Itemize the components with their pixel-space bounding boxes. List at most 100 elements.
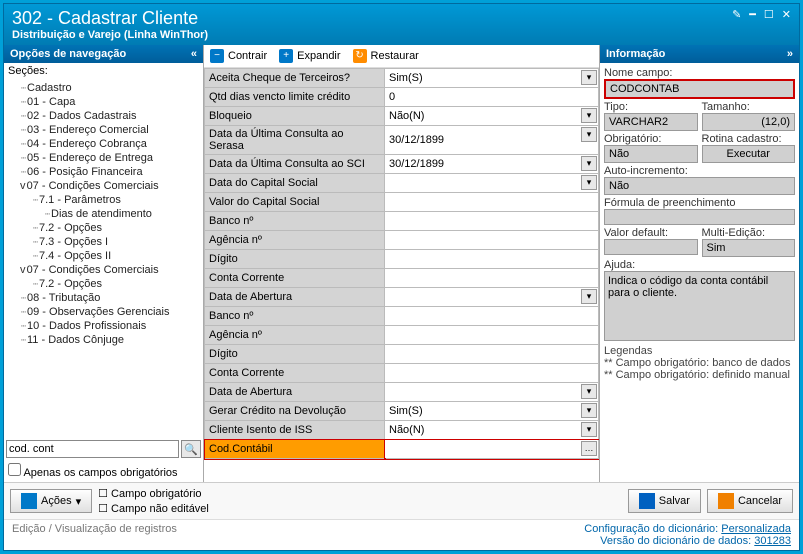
maximize-icon[interactable]: ☐ xyxy=(764,8,774,21)
grid-value[interactable]: ▾ xyxy=(385,69,599,88)
expandir-button[interactable]: +Expandir xyxy=(279,49,340,63)
grid-value[interactable]: ▾ xyxy=(385,288,599,307)
tree-item[interactable]: Cadastro xyxy=(8,81,199,95)
grid-input[interactable] xyxy=(389,443,576,455)
acoes-button[interactable]: Ações▾ xyxy=(10,489,92,513)
grid-value[interactable] xyxy=(385,193,599,212)
grid-input[interactable] xyxy=(389,310,576,322)
grid-value[interactable] xyxy=(385,326,599,345)
grid-value[interactable]: ▾ xyxy=(385,174,599,193)
tree-item[interactable]: 04 - Endereço Cobrança xyxy=(8,137,199,151)
grid-value[interactable]: ▾ xyxy=(385,155,599,174)
grid-input[interactable] xyxy=(389,291,576,303)
tree-item[interactable]: 7.3 - Opções I xyxy=(8,235,199,249)
grid-input[interactable] xyxy=(389,367,576,379)
grid-value[interactable] xyxy=(385,307,599,326)
save-icon xyxy=(639,493,655,509)
version-link[interactable]: 301283 xyxy=(754,535,791,547)
tree-item[interactable]: 03 - Endereço Comercial xyxy=(8,123,199,137)
app-window: 302 - Cadastrar Cliente Distribuição e V… xyxy=(3,3,800,551)
tree-item[interactable]: 05 - Endereço de Entrega xyxy=(8,151,199,165)
edit-icon[interactable]: ✎ xyxy=(732,8,741,21)
grid-value[interactable] xyxy=(385,88,599,107)
statusbar: Edição / Visualização de registros Confi… xyxy=(4,519,799,550)
grid-row: Agência nº xyxy=(205,231,599,250)
tree-item[interactable]: 7.2 - Opções xyxy=(8,277,199,291)
dropdown-icon[interactable]: ▾ xyxy=(581,175,597,190)
grid-value[interactable] xyxy=(385,364,599,383)
filter-checkbox[interactable]: Apenas os campos obrigatórios xyxy=(8,467,178,479)
grid-label: Data de Abertura xyxy=(205,383,385,402)
info-collapse-icon[interactable]: » xyxy=(787,48,793,60)
grid-input[interactable] xyxy=(389,272,576,284)
dropdown-icon[interactable]: ▾ xyxy=(581,403,597,418)
nav-collapse-icon[interactable]: « xyxy=(191,48,197,60)
grid-input[interactable] xyxy=(389,348,576,360)
grid-input[interactable] xyxy=(389,424,576,436)
tree-item[interactable]: 01 - Capa xyxy=(8,95,199,109)
grid-row: Data do Capital Social▾ xyxy=(205,174,599,193)
tree-item[interactable]: 08 - Tributação xyxy=(8,291,199,305)
grid-value[interactable]: ▾ xyxy=(385,402,599,421)
grid-label: Qtd dias vencto limite crédito xyxy=(205,88,385,107)
grid-input[interactable] xyxy=(389,72,576,84)
nav-search-button[interactable]: 🔍 xyxy=(181,440,201,458)
dropdown-icon[interactable]: ▾ xyxy=(581,108,597,123)
tree-item[interactable]: 02 - Dados Cadastrais xyxy=(8,109,199,123)
grid-input[interactable] xyxy=(389,234,576,246)
multi-value: Sim xyxy=(702,239,796,257)
grid-value[interactable] xyxy=(385,250,599,269)
tree-item[interactable]: 7.2 - Opções xyxy=(8,221,199,235)
config-link[interactable]: Personalizada xyxy=(721,523,791,535)
dropdown-icon[interactable]: ▾ xyxy=(581,156,597,171)
tree-item[interactable]: 11 - Dados Cônjuge xyxy=(8,333,199,347)
grid-input[interactable] xyxy=(389,405,576,417)
tree-item[interactable]: 7.1 - Parâmetros xyxy=(8,193,199,207)
minimize-icon[interactable]: ━ xyxy=(749,8,756,21)
grid-row: Bloqueio▾ xyxy=(205,107,599,126)
grid-input[interactable] xyxy=(389,177,576,189)
tree-item[interactable]: 09 - Observações Gerenciais xyxy=(8,305,199,319)
grid-value[interactable]: … xyxy=(385,440,599,459)
restaurar-button[interactable]: ↻Restaurar xyxy=(353,49,419,63)
dropdown-icon[interactable]: ▾ xyxy=(581,70,597,85)
lookup-button[interactable]: … xyxy=(581,441,597,456)
grid-value[interactable] xyxy=(385,345,599,364)
cancelar-button[interactable]: Cancelar xyxy=(707,489,793,513)
grid-input[interactable] xyxy=(389,134,576,146)
grid-value[interactable]: ▾ xyxy=(385,126,599,155)
nav-search-input[interactable] xyxy=(6,440,179,458)
grid-input[interactable] xyxy=(389,215,576,227)
dropdown-icon[interactable]: ▾ xyxy=(581,384,597,399)
executar-button[interactable]: Executar xyxy=(702,145,796,163)
nav-tree[interactable]: Cadastro01 - Capa02 - Dados Cadastrais03… xyxy=(8,81,199,347)
tree-item[interactable]: 10 - Dados Profissionais xyxy=(8,319,199,333)
grid-input[interactable] xyxy=(389,110,576,122)
grid-input[interactable] xyxy=(389,196,576,208)
grid-value[interactable] xyxy=(385,231,599,250)
grid-value[interactable]: ▾ xyxy=(385,383,599,402)
dropdown-icon[interactable]: ▾ xyxy=(581,127,597,142)
grid-input[interactable] xyxy=(389,253,576,265)
dropdown-icon[interactable]: ▾ xyxy=(581,289,597,304)
grid-value[interactable] xyxy=(385,212,599,231)
grid-value[interactable] xyxy=(385,269,599,288)
tree-item[interactable]: 07 - Condições Comerciais xyxy=(8,179,199,193)
grid-input[interactable] xyxy=(389,386,576,398)
grid-row: Data da Última Consulta ao SCI▾ xyxy=(205,155,599,174)
tree-item[interactable]: 07 - Condições Comerciais xyxy=(8,263,199,277)
grid-label: Aceita Cheque de Terceiros? xyxy=(205,69,385,88)
grid-value[interactable]: ▾ xyxy=(385,421,599,440)
close-icon[interactable]: ✕ xyxy=(782,8,791,21)
grid-input[interactable] xyxy=(389,91,576,103)
salvar-button[interactable]: Salvar xyxy=(628,489,701,513)
footer: Ações▾ Campo obrigatório Campo não editá… xyxy=(4,482,799,519)
grid-input[interactable] xyxy=(389,329,576,341)
grid-input[interactable] xyxy=(389,158,576,170)
tree-item[interactable]: 06 - Posição Financeira xyxy=(8,165,199,179)
tree-item[interactable]: Dias de atendimento xyxy=(8,207,199,221)
contrair-button[interactable]: −Contrair xyxy=(210,49,267,63)
tree-item[interactable]: 7.4 - Opções II xyxy=(8,249,199,263)
dropdown-icon[interactable]: ▾ xyxy=(581,422,597,437)
grid-value[interactable]: ▾ xyxy=(385,107,599,126)
